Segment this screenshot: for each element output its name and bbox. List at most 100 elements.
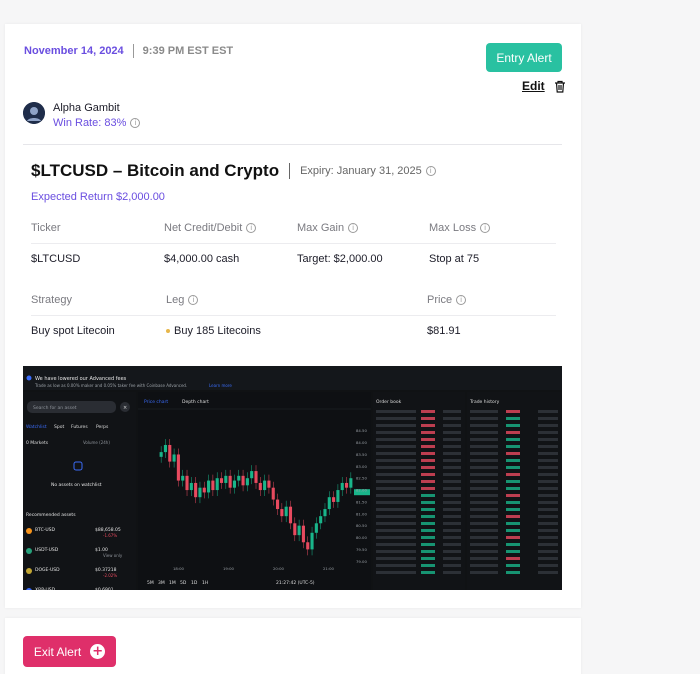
leg-text: Buy 185 Litecoins: [174, 325, 261, 337]
row-divider: [31, 315, 556, 316]
order-book-price: [376, 557, 416, 560]
trade-history-time: [538, 571, 558, 574]
candle-body: [189, 482, 193, 491]
order-book-price: [376, 431, 416, 434]
header-ticker: Ticker: [31, 222, 61, 234]
order-book-size: [421, 501, 435, 504]
order-book-total: [443, 431, 461, 434]
candle-body: [228, 475, 232, 488]
info-icon[interactable]: i: [246, 223, 257, 233]
order-book-size: [421, 529, 435, 532]
trade-history-time: [538, 438, 558, 441]
timeframe-option[interactable]: 1M: [169, 580, 176, 586]
trader-info: Alpha Gambit Win Rate: 83% i: [53, 102, 141, 129]
info-icon[interactable]: i: [188, 295, 199, 305]
asset-logo: [26, 528, 32, 534]
trade-history-size: [470, 543, 498, 546]
header-label: Max Loss: [429, 222, 477, 234]
trade-history-title: Trade history: [469, 399, 500, 405]
order-book-size: [421, 508, 435, 511]
order-book-price: [376, 487, 416, 490]
asset-name: DOGE-USD: [35, 567, 60, 573]
asset-change: View only: [103, 553, 123, 558]
watchlist-tab[interactable]: Futures: [71, 424, 88, 430]
candle-body: [293, 523, 297, 536]
order-book-size: [421, 571, 435, 574]
order-book-total: [443, 571, 461, 574]
alert-timestamp: November 14, 2024 9:39 PM EST EST: [24, 44, 233, 58]
candle-body: [284, 506, 288, 517]
entry-alert-button[interactable]: Entry Alert: [486, 43, 562, 72]
order-book-total: [443, 494, 461, 497]
trade-history-size: [470, 571, 498, 574]
order-book-size: [421, 494, 435, 497]
trader-name[interactable]: Alpha Gambit: [53, 102, 140, 114]
timeframe-option[interactable]: 3M: [158, 580, 165, 586]
timeframe-option[interactable]: 1D: [191, 580, 198, 586]
price-tick: 79.50: [356, 547, 367, 552]
banner-link[interactable]: Learn more: [209, 383, 232, 388]
info-icon[interactable]: i: [480, 223, 491, 233]
order-book-price: [376, 438, 416, 441]
order-book-size: [421, 543, 435, 546]
order-book-total: [443, 529, 461, 532]
candle-body: [323, 509, 327, 517]
candle-body: [349, 478, 353, 488]
timeframe-option[interactable]: 5D: [180, 580, 187, 586]
chart-panel: [138, 392, 371, 590]
candle-body: [194, 482, 198, 498]
info-icon[interactable]: i: [130, 118, 141, 128]
order-book-total: [443, 487, 461, 490]
watchlist-tab[interactable]: Spot: [54, 424, 64, 430]
order-book-total: [443, 557, 461, 560]
header-label: Ticker: [31, 222, 61, 234]
trash-icon[interactable]: [554, 80, 566, 93]
price-tick: 83.00: [356, 464, 367, 469]
order-book-size: [421, 480, 435, 483]
candle-body: [263, 480, 267, 491]
tab-price-chart[interactable]: Price chart: [144, 399, 168, 405]
order-book-price: [376, 508, 416, 511]
trade-history-size: [470, 515, 498, 518]
order-book-size: [421, 557, 435, 560]
trading-screenshot[interactable]: We have lowered our Advanced fees Trade …: [23, 366, 562, 590]
timeframe-option[interactable]: 5M: [147, 580, 154, 586]
expected-return: Expected Return $2,000.00: [31, 191, 165, 203]
value-max-loss: Stop at 75: [429, 253, 480, 265]
candle-body: [219, 478, 224, 483]
tab-depth-chart[interactable]: Depth chart: [182, 399, 209, 405]
order-book-total: [443, 445, 461, 448]
candle-body: [254, 471, 258, 483]
candle-body: [297, 525, 301, 536]
watchlist-tab[interactable]: Watchlist: [26, 424, 47, 430]
order-book-price: [376, 571, 416, 574]
candle-body: [258, 482, 262, 491]
candle-body: [306, 542, 310, 550]
order-book-price: [376, 473, 416, 476]
trade-history-time: [538, 480, 558, 483]
order-book-size: [421, 487, 435, 490]
price-tick: 83.50: [356, 452, 367, 457]
value-max-gain: Target: $2,000.00: [297, 253, 383, 265]
order-book-price: [376, 543, 416, 546]
info-icon[interactable]: i: [348, 223, 359, 233]
exit-alert-button[interactable]: Exit Alert +: [23, 636, 116, 667]
trade-history-size: [470, 536, 498, 539]
watchlist-tab[interactable]: Perps: [96, 424, 109, 430]
trade-history-price: [506, 515, 520, 518]
info-icon[interactable]: i: [456, 295, 467, 305]
trade-title: $LTCUSD – Bitcoin and Crypto: [31, 161, 280, 180]
candle-body: [232, 480, 236, 488]
trade-history-size: [470, 494, 498, 497]
trade-history-size: [470, 445, 498, 448]
info-icon[interactable]: i: [425, 166, 436, 176]
order-book-price: [376, 480, 416, 483]
trade-history-size: [470, 438, 498, 441]
edit-link[interactable]: Edit: [522, 79, 545, 93]
timeframe-option[interactable]: 1H: [202, 580, 208, 586]
value-ticker: $LTCUSD: [31, 253, 81, 265]
order-book-total: [443, 508, 461, 511]
avatar[interactable]: [23, 102, 45, 124]
trade-history-size: [470, 410, 498, 413]
order-book-total: [443, 466, 461, 469]
